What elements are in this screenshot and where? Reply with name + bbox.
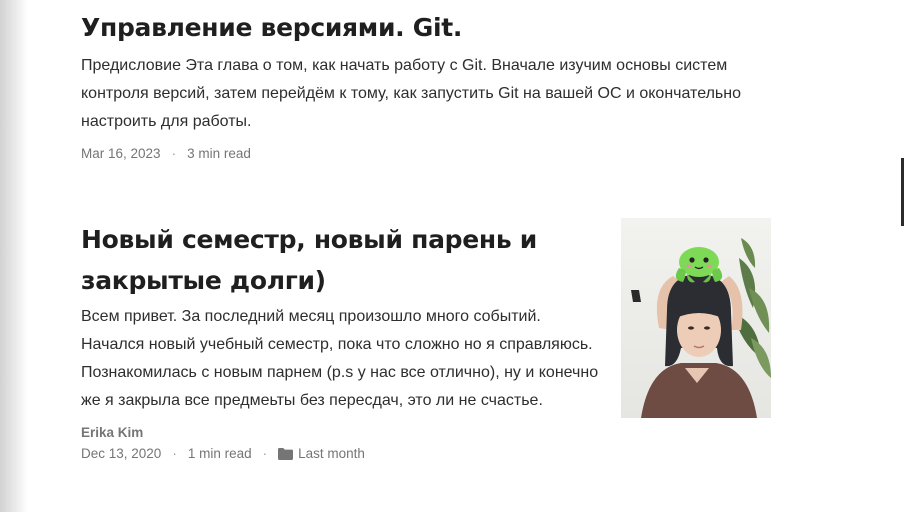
- post-date: Dec 13, 2020: [81, 446, 162, 461]
- meta-separator: ·: [262, 446, 268, 461]
- post-author[interactable]: Erika Kim: [81, 425, 601, 440]
- page-edge-shadow: [0, 0, 28, 512]
- folder-icon: [278, 447, 294, 460]
- post-meta: Mar 16, 2023 · 3 min read: [81, 146, 761, 161]
- read-time: 3 min read: [187, 146, 251, 161]
- post-excerpt: Всем привет. За последний месяц произошл…: [81, 308, 599, 409]
- post-card[interactable]: Управление версиями. Git. Предисловие Эт…: [81, 10, 761, 161]
- meta-separator: ·: [172, 446, 177, 461]
- read-time: 1 min read: [187, 446, 252, 461]
- post-date: Mar 16, 2023: [81, 146, 161, 161]
- post-card[interactable]: Новый семестр, новый парень и закрытые д…: [81, 219, 601, 461]
- post-category-link[interactable]: Last month: [298, 446, 365, 461]
- post-thumbnail-image: [621, 218, 771, 418]
- post-excerpt: Предисловие Эта глава о том, как начать …: [81, 57, 741, 130]
- post-title[interactable]: Управление версиями. Git.: [81, 10, 761, 46]
- post-title[interactable]: Новый семестр, новый парень и закрытые д…: [81, 219, 601, 301]
- meta-separator: ·: [171, 146, 177, 161]
- post-meta: Dec 13, 2020 · 1 min read · Last month: [81, 446, 601, 461]
- post-thumbnail[interactable]: [621, 218, 771, 418]
